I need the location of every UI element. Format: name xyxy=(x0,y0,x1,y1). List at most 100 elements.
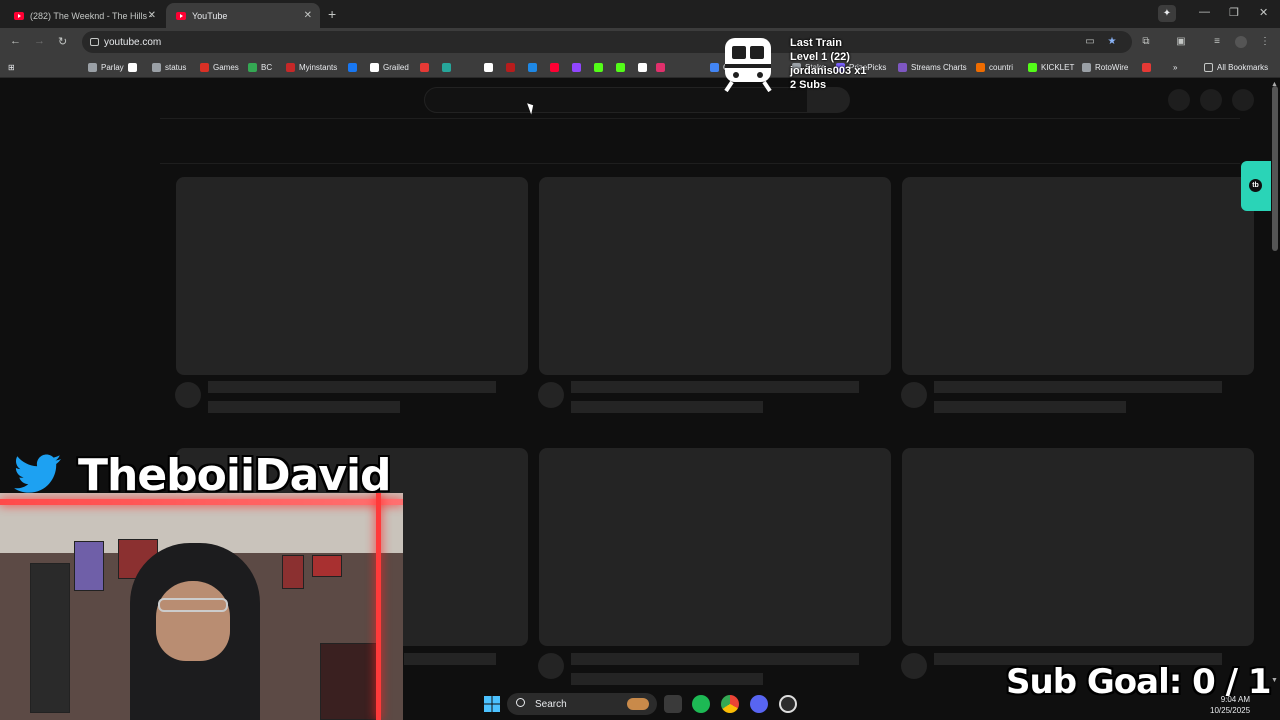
webcam-streamer-face xyxy=(156,581,230,661)
bookmark-item[interactable] xyxy=(1142,60,1155,74)
bookmark-label: BC xyxy=(261,62,273,72)
meta-line-skeleton xyxy=(571,401,763,413)
bookmark-favicon-icon xyxy=(484,62,493,72)
bookmarks-bar: ⊞ ParlaystatusGamesBCMyinstantsGrailedGo… xyxy=(0,56,1280,78)
bookmark-item[interactable] xyxy=(484,60,497,74)
bookmark-item[interactable] xyxy=(528,60,541,74)
bookmark-item[interactable] xyxy=(594,60,607,74)
bookmark-item[interactable]: Streams Charts xyxy=(898,60,967,74)
folder-icon xyxy=(1204,62,1213,72)
bookmark-label: RotoWire xyxy=(1095,62,1129,72)
clock-date: 10/25/2025 xyxy=(1210,706,1251,715)
reload-icon[interactable]: ↻ xyxy=(58,35,67,48)
taskbar-clock[interactable]: 9:04 AM 10/25/2025 xyxy=(1210,694,1250,716)
bookmark-item[interactable]: Parlay xyxy=(88,60,124,74)
twitter-bird-icon xyxy=(14,454,62,493)
tab-youtube[interactable]: YouTube ✕ xyxy=(166,3,320,28)
bookmark-item[interactable]: RotoWire xyxy=(1082,60,1128,74)
search-highlight-icon xyxy=(627,698,649,710)
close-window-icon[interactable]: ✕ xyxy=(1259,6,1268,19)
reading-mode-icon[interactable]: ▣ xyxy=(1175,36,1187,48)
all-bookmarks-label: All Bookmarks xyxy=(1217,62,1269,72)
video-thumbnail-skeleton[interactable] xyxy=(539,177,891,375)
bookmark-item[interactable] xyxy=(656,60,669,74)
bookmark-item[interactable] xyxy=(128,60,141,74)
profile-avatar[interactable] xyxy=(1235,36,1247,48)
bookmark-item[interactable]: Myinstants xyxy=(286,60,337,74)
bookmark-item[interactable]: KICKLET xyxy=(1028,60,1074,74)
bookmark-item[interactable]: Games xyxy=(200,60,239,74)
new-tab-button[interactable]: + xyxy=(328,6,336,22)
close-tab-icon[interactable]: ✕ xyxy=(304,10,312,21)
video-thumbnail-skeleton[interactable] xyxy=(902,177,1254,375)
apps-grid-icon[interactable]: ⊞ xyxy=(8,60,15,74)
bookmark-item[interactable] xyxy=(506,60,519,74)
notifications-icon-placeholder[interactable] xyxy=(1200,89,1222,111)
scroll-down-arrow-icon[interactable]: ▼ xyxy=(1271,677,1278,684)
title-line-skeleton xyxy=(934,381,1222,393)
bookmark-item[interactable] xyxy=(572,60,585,74)
minimize-icon[interactable]: — xyxy=(1199,6,1210,18)
video-thumbnail-skeleton[interactable] xyxy=(539,448,891,646)
obs-icon[interactable] xyxy=(779,695,797,713)
tab-weeknd[interactable]: (282) The Weeknd - The Hills - ✕ xyxy=(4,3,164,28)
extension-logo-icon: tb xyxy=(1249,179,1262,192)
site-info-icon[interactable] xyxy=(90,38,99,46)
cast-icon[interactable]: ▭ xyxy=(1084,36,1096,48)
gemini-sparkle-icon[interactable]: ✦ xyxy=(1158,5,1176,22)
menu-kebab-icon[interactable]: ⋮ xyxy=(1259,36,1271,48)
windows-start-icon[interactable] xyxy=(483,695,501,713)
bookmark-favicon-icon xyxy=(528,62,537,72)
channel-avatar-skeleton xyxy=(175,382,201,408)
account-avatar-placeholder[interactable] xyxy=(1232,89,1254,111)
bookmark-item[interactable]: BC xyxy=(248,60,272,74)
taskbar-search-label: Search xyxy=(535,698,567,710)
more-bookmarks-chevron-icon[interactable]: » xyxy=(1173,60,1177,74)
bookmark-favicon-icon xyxy=(286,62,295,72)
train-user: jordanis003 x1 xyxy=(790,65,867,77)
bookmark-favicon-icon xyxy=(88,62,97,72)
address-bar[interactable]: youtube.com xyxy=(82,31,1132,53)
bookmark-item[interactable] xyxy=(616,60,629,74)
bookmark-item[interactable] xyxy=(638,60,651,74)
extensions-icon[interactable]: ⧉ xyxy=(1140,36,1152,48)
chrome-icon[interactable] xyxy=(721,695,739,713)
close-tab-icon[interactable]: ✕ xyxy=(148,10,156,21)
bookmark-label: Games xyxy=(213,62,239,72)
bookmark-favicon-icon xyxy=(1142,62,1151,72)
bookmark-item[interactable] xyxy=(442,60,455,74)
title-line-skeleton xyxy=(571,653,859,665)
bookmark-item[interactable]: Grailed xyxy=(370,60,409,74)
bookmark-item[interactable]: countri xyxy=(976,60,1013,74)
restore-icon[interactable]: ❐ xyxy=(1229,6,1239,19)
bookmark-favicon-icon xyxy=(348,62,357,72)
video-thumbnail-skeleton[interactable] xyxy=(902,448,1254,646)
all-bookmarks-folder[interactable]: All Bookmarks xyxy=(1204,60,1268,74)
video-thumbnail-skeleton[interactable] xyxy=(176,177,528,375)
webcam-couch xyxy=(320,643,380,720)
meta-line-skeleton xyxy=(571,673,763,685)
tab-title: YouTube xyxy=(192,10,228,21)
page-scrollbar[interactable] xyxy=(1272,86,1278,251)
bookmark-favicon-icon xyxy=(898,62,907,72)
bookmark-label: Grailed xyxy=(383,62,409,72)
taskbar-search-box[interactable]: Search xyxy=(507,693,657,715)
spotify-icon[interactable] xyxy=(692,695,710,713)
bookmark-star-icon[interactable]: ★ xyxy=(1106,36,1118,48)
create-icon-placeholder[interactable] xyxy=(1168,89,1190,111)
bookmark-item[interactable] xyxy=(348,60,361,74)
webcam-arcade-cabinet xyxy=(30,563,70,713)
webcam-poster xyxy=(74,541,104,591)
media-controls-icon[interactable]: ≡ xyxy=(1211,36,1223,48)
task-view-icon[interactable] xyxy=(664,695,682,713)
channel-avatar-skeleton xyxy=(901,653,927,679)
extension-side-tab[interactable]: tb xyxy=(1241,161,1271,211)
bookmark-favicon-icon xyxy=(656,62,665,72)
bookmark-item[interactable] xyxy=(550,60,563,74)
bookmark-item[interactable]: status xyxy=(152,60,186,74)
discord-icon[interactable] xyxy=(750,695,768,713)
back-arrow-icon[interactable]: ← xyxy=(10,35,21,47)
forward-arrow-icon[interactable]: → xyxy=(34,35,45,47)
channel-avatar-skeleton xyxy=(538,382,564,408)
bookmark-item[interactable] xyxy=(420,60,433,74)
